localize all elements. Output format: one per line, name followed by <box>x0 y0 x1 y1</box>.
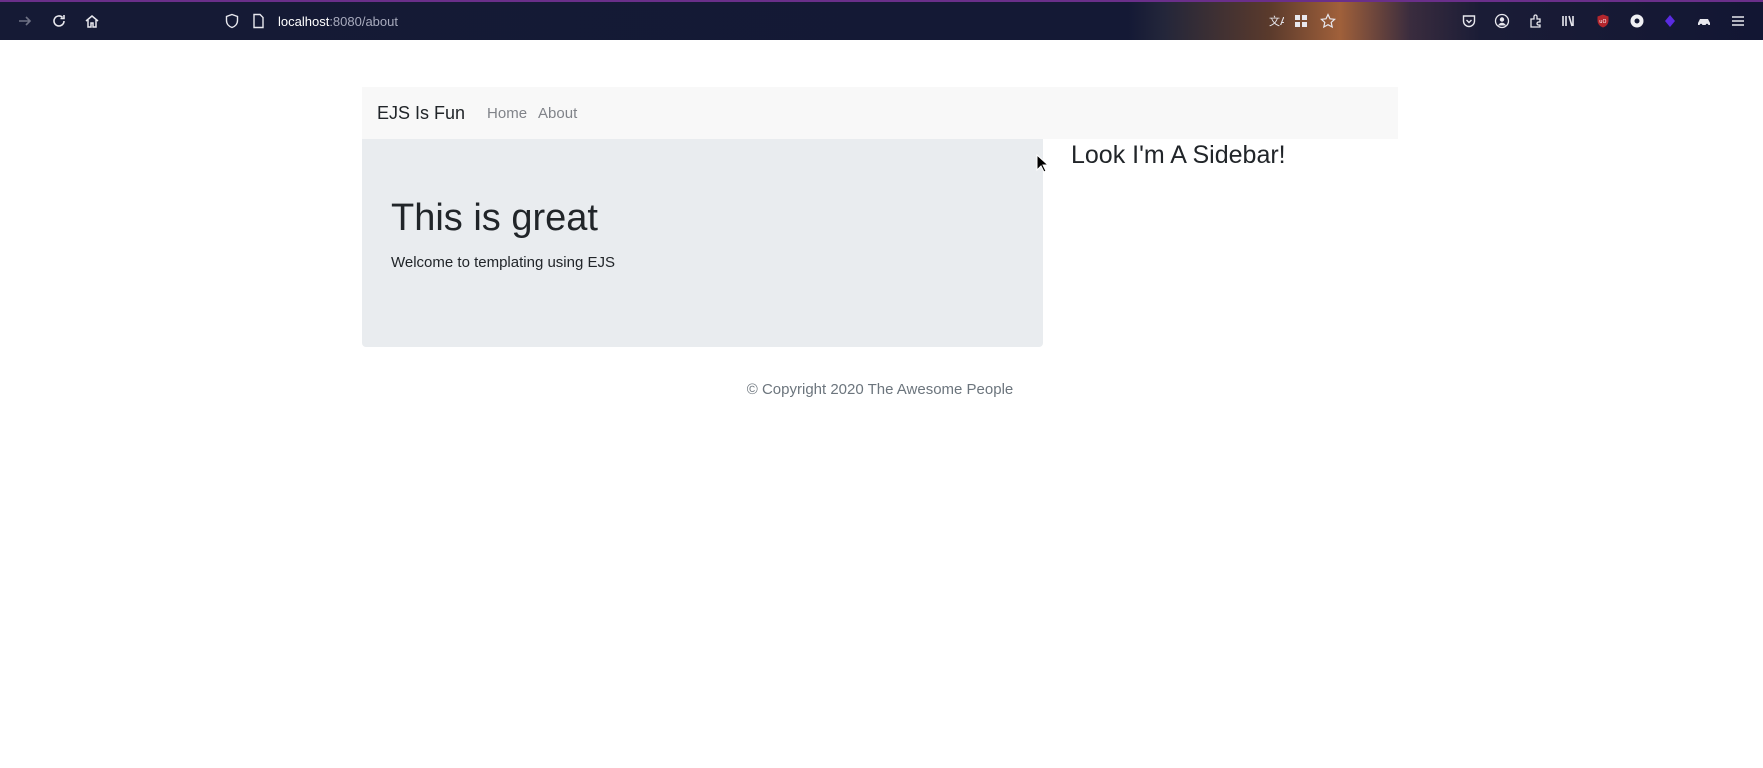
browser-toolbar: localhost:8080/about 文A uO <box>0 0 1763 40</box>
url-bar[interactable]: localhost:8080/about <box>222 8 1122 34</box>
svg-text:文A: 文A <box>1269 14 1284 28</box>
jumbotron-title: This is great <box>391 197 598 239</box>
translate-icon[interactable]: 文A <box>1266 11 1286 31</box>
home-icon[interactable] <box>82 11 102 31</box>
extension-gem-icon[interactable] <box>1660 11 1680 31</box>
nav-link-about[interactable]: About <box>538 105 577 122</box>
url-path: :8080/about <box>329 13 398 29</box>
svg-text:uO: uO <box>1599 19 1606 25</box>
jumbotron-text: Welcome to templating using EJS <box>391 254 615 271</box>
page-icon[interactable] <box>248 11 268 31</box>
footer-copyright: © Copyright 2020 The Awesome People <box>746 381 1014 398</box>
extension-car-icon[interactable] <box>1694 11 1714 31</box>
sidebar: Look I'm A Sidebar! <box>1043 139 1286 347</box>
library-icon[interactable] <box>1559 11 1579 31</box>
navbar: EJS Is Fun Home About <box>362 87 1398 139</box>
page-container: EJS Is Fun Home About This is great Welc… <box>362 87 1398 398</box>
nav-link-home[interactable]: Home <box>487 105 527 122</box>
url-text[interactable]: localhost:8080/about <box>278 14 398 29</box>
grid-icon[interactable] <box>1291 11 1311 31</box>
pocket-icon[interactable] <box>1459 11 1479 31</box>
sidebar-title: Look I'm A Sidebar! <box>1071 141 1286 169</box>
content-row: This is great Welcome to templating usin… <box>362 139 1398 347</box>
reload-icon[interactable] <box>49 11 69 31</box>
extensions-icon[interactable] <box>1526 11 1546 31</box>
ublock-icon[interactable]: uO <box>1593 11 1613 31</box>
extension-circle-icon[interactable] <box>1627 11 1647 31</box>
navbar-brand[interactable]: EJS Is Fun <box>377 103 465 124</box>
jumbotron: This is great Welcome to templating usin… <box>362 139 1043 347</box>
star-icon[interactable] <box>1318 11 1338 31</box>
shield-icon[interactable] <box>222 11 242 31</box>
url-host: localhost <box>278 13 330 29</box>
account-icon[interactable] <box>1492 11 1512 31</box>
menu-icon[interactable] <box>1728 11 1748 31</box>
mouse-cursor-icon <box>1036 154 1050 173</box>
forward-icon[interactable] <box>15 11 35 31</box>
